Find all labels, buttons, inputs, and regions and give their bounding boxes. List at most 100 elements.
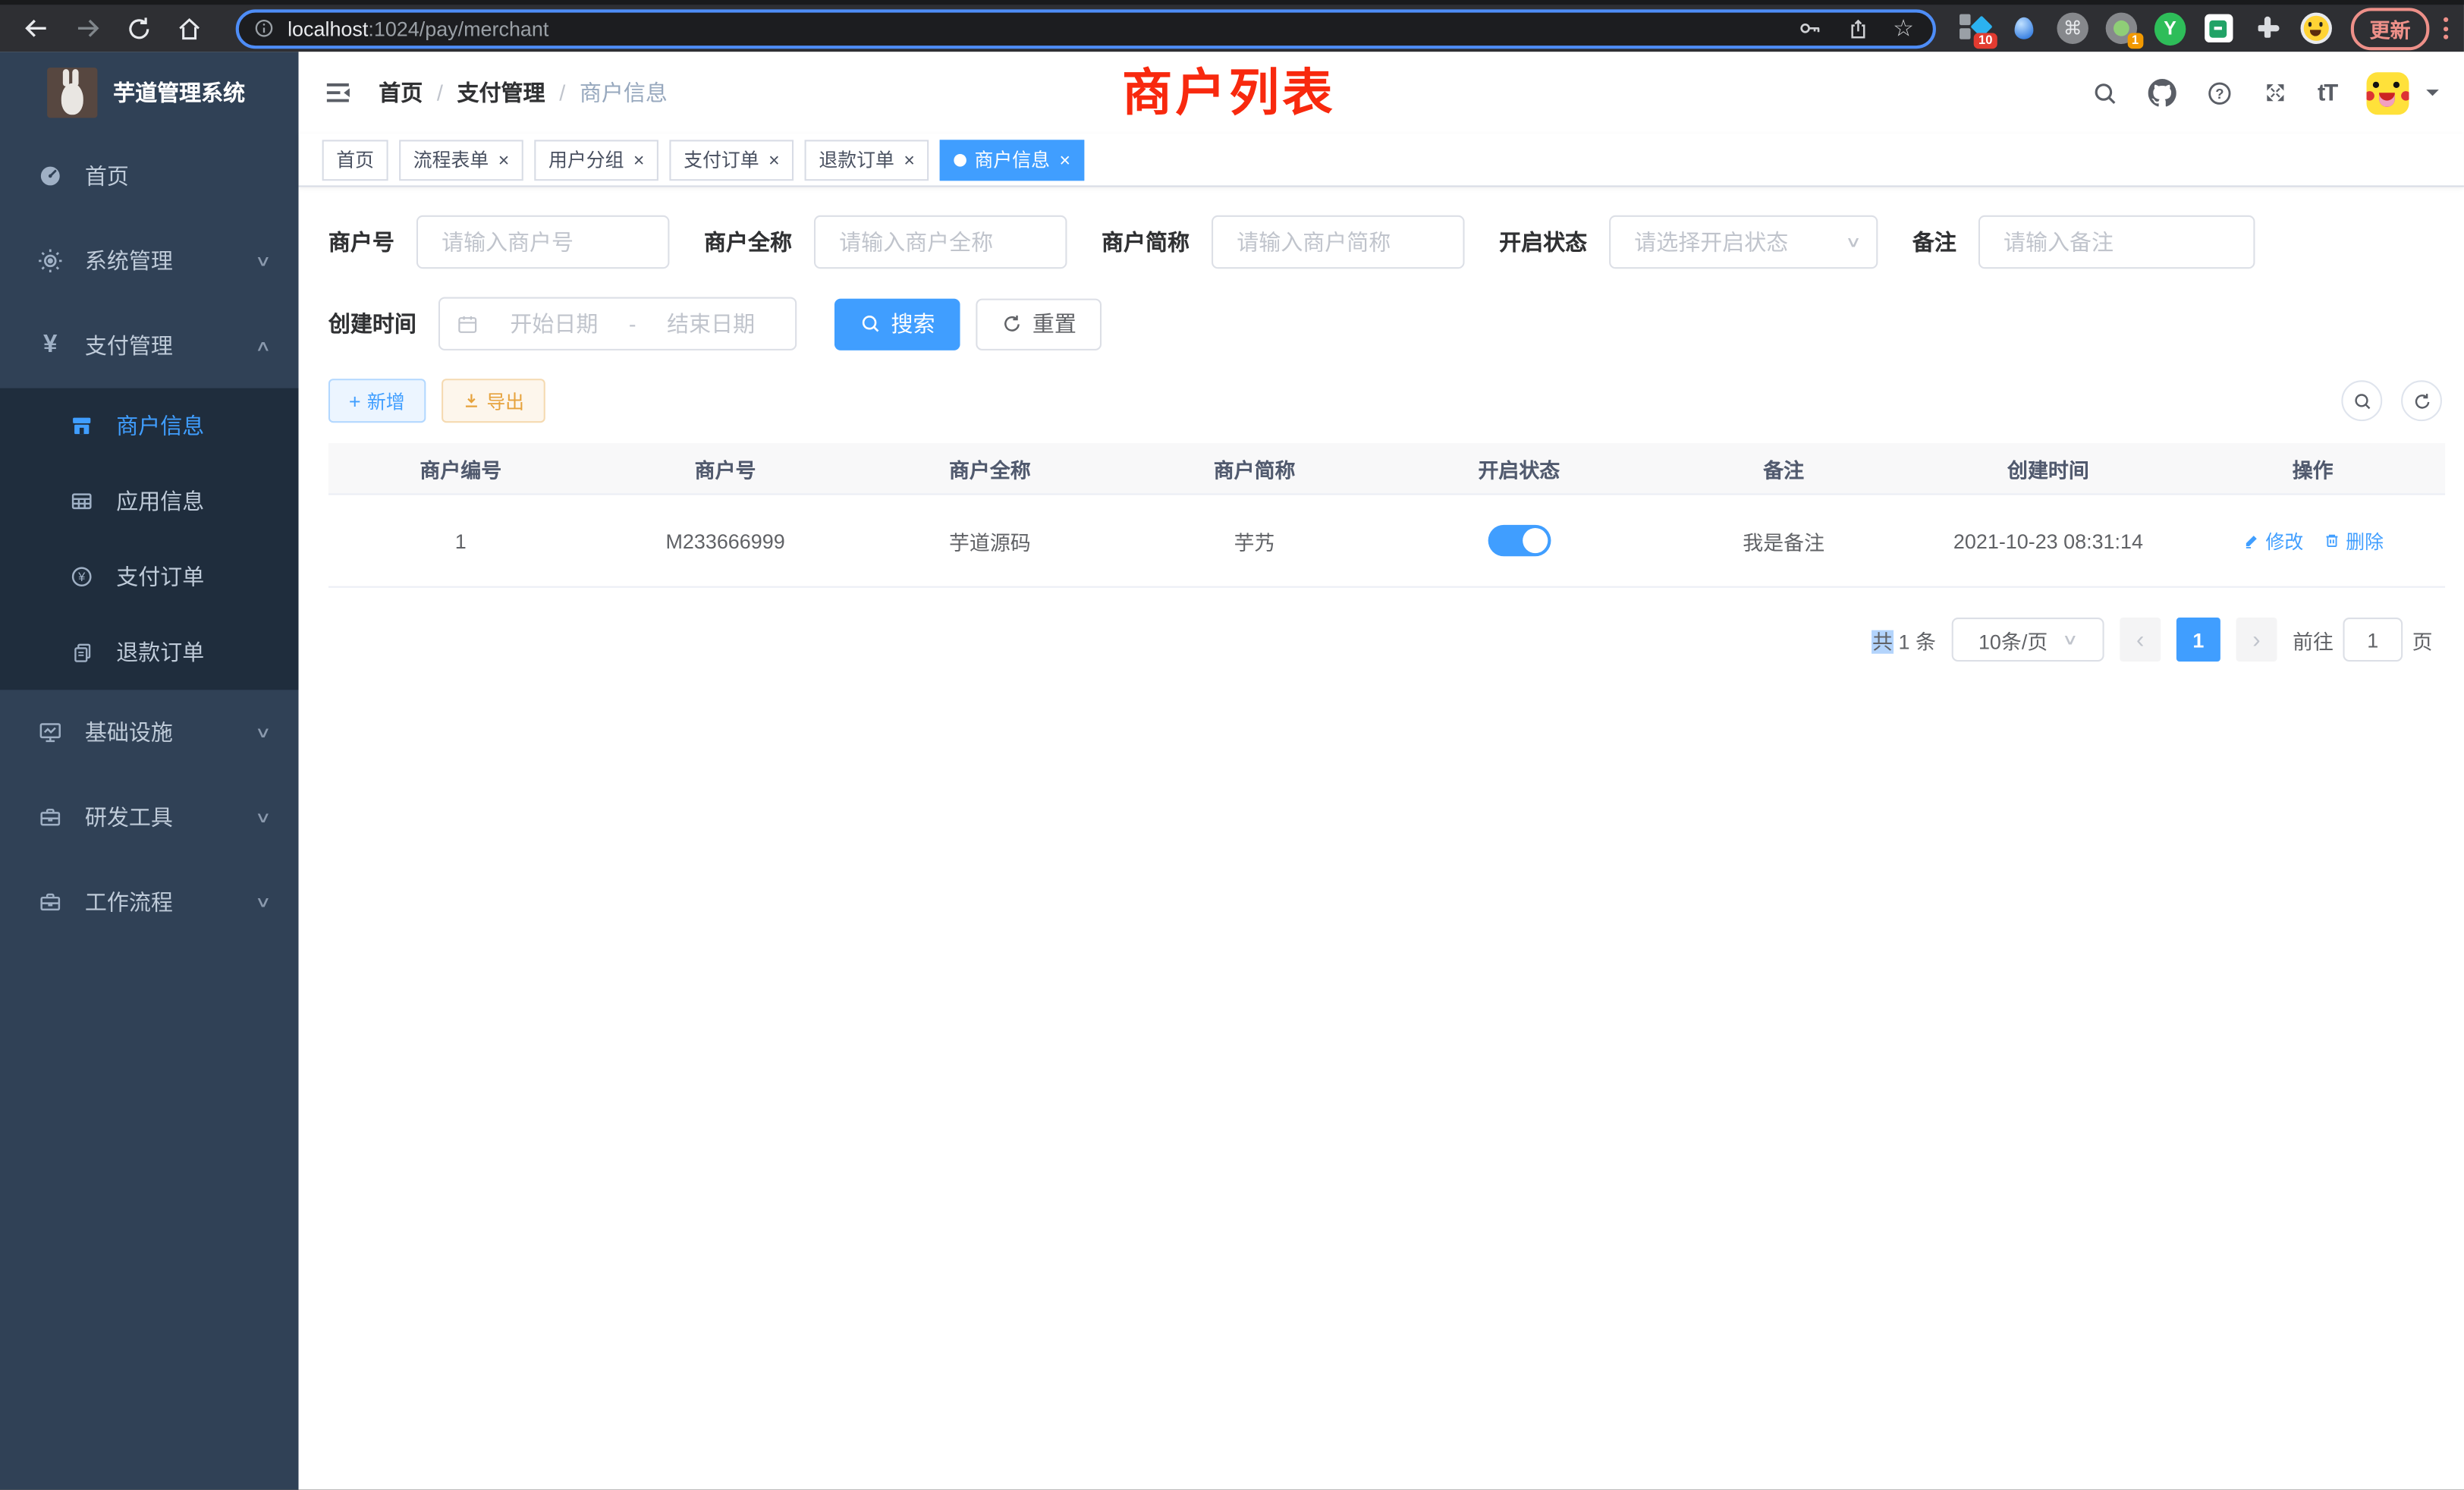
next-page-button[interactable]: › — [2236, 618, 2277, 662]
chevron-down-icon: ∨ — [255, 809, 272, 826]
yen-icon: ¥ — [31, 332, 69, 360]
extension-recorder-icon[interactable]: 1 — [2106, 13, 2137, 44]
grid-icon — [63, 489, 101, 514]
page-1-button[interactable]: 1 — [2176, 618, 2220, 662]
sidebar-submenu-payment: 商户信息 应用信息 ¥ 支付订单 退款订单 — [0, 388, 299, 690]
short-name-label: 商户简称 — [1102, 226, 1190, 257]
cell-full-name: 芋道源码 — [857, 526, 1122, 555]
close-icon[interactable]: × — [498, 149, 510, 171]
sidebar-item-refund-order[interactable]: 退款订单 — [0, 615, 299, 690]
sidebar-item-dev-tools[interactable]: 研发工具 ∨ — [0, 775, 299, 860]
page-jumper: 前往 页 — [2293, 618, 2432, 662]
chevron-up-icon: ∧ — [255, 337, 272, 354]
search-button[interactable]: 搜索 — [834, 298, 960, 350]
cell-short-name: 芋艿 — [1122, 526, 1387, 555]
show-search-button[interactable] — [2341, 380, 2382, 421]
tab-merchant-info[interactable]: 商户信息× — [940, 139, 1085, 180]
sidebar-item-payment[interactable]: ¥ 支付管理 ∧ — [0, 303, 299, 388]
prev-page-button[interactable]: ‹ — [2120, 618, 2161, 662]
breadcrumb-home[interactable]: 首页 — [379, 77, 423, 108]
browser-update-button[interactable]: 更新 — [2351, 7, 2430, 49]
site-info-icon[interactable] — [253, 17, 275, 39]
help-icon[interactable]: ? — [2206, 80, 2233, 106]
user-menu-caret-icon[interactable] — [2426, 90, 2439, 102]
full-name-label: 商户全称 — [704, 226, 792, 257]
browser-menu-icon[interactable] — [2444, 17, 2448, 39]
sidebar-item-app-info[interactable]: 应用信息 — [0, 464, 299, 539]
date-end-placeholder: 结束日期 — [640, 308, 783, 339]
user-avatar[interactable] — [2367, 71, 2409, 114]
close-icon[interactable]: × — [633, 149, 645, 171]
status-toggle[interactable] — [1488, 525, 1551, 556]
tab-home[interactable]: 首页 — [322, 139, 388, 180]
breadcrumb-payment[interactable]: 支付管理 — [457, 77, 545, 108]
extension-workspaces-icon[interactable]: 10 — [1960, 13, 1991, 44]
export-button[interactable]: 导出 — [441, 379, 545, 423]
sidebar-toggle-icon[interactable] — [322, 77, 354, 108]
chevron-down-icon: ∨ — [1845, 233, 1862, 250]
sidebar-item-merchant-info[interactable]: 商户信息 — [0, 388, 299, 464]
fullscreen-icon[interactable] — [2262, 80, 2287, 105]
remark-label: 备注 — [1912, 226, 1956, 257]
search-icon[interactable] — [2092, 80, 2118, 106]
tab-pay-order[interactable]: 支付订单× — [670, 139, 794, 180]
bookmark-star-icon[interactable]: ☆ — [1893, 17, 1914, 40]
address-bar[interactable]: localhost:1024/pay/merchant ☆ — [236, 8, 1936, 48]
briefcase-icon — [31, 889, 69, 914]
extension-badge: 1 — [2127, 33, 2144, 49]
merchant-no-input[interactable] — [416, 215, 669, 269]
browser-home-icon[interactable] — [176, 15, 203, 42]
short-name-input[interactable] — [1212, 215, 1464, 269]
cell-actions: 修改 删除 — [2180, 527, 2445, 554]
full-name-input[interactable] — [814, 215, 1067, 269]
page-size-select[interactable]: 10条/页 ∨ — [1952, 618, 2104, 662]
extension-command-icon[interactable]: ⌘ — [2057, 13, 2088, 44]
share-icon[interactable] — [1846, 17, 1869, 40]
pagination: 共 1 条 10条/页 ∨ ‹ 1 › 前往 页 — [328, 618, 2445, 662]
svg-text:¥: ¥ — [77, 570, 86, 584]
filter-row-2: 创建时间 开始日期 - 结束日期 搜索 — [328, 297, 2445, 350]
date-range-picker[interactable]: 开始日期 - 结束日期 — [438, 297, 797, 350]
tab-process-form[interactable]: 流程表单× — [399, 139, 523, 180]
chevron-down-icon: ∨ — [255, 252, 272, 269]
extension-y-icon[interactable]: Y — [2154, 13, 2186, 44]
toolbox-icon — [31, 805, 69, 830]
close-icon[interactable]: × — [904, 149, 915, 171]
sidebar-logo[interactable]: 芋道管理系统 — [0, 52, 299, 134]
sidebar-item-system[interactable]: 系统管理 ∨ — [0, 218, 299, 303]
browser-back-icon[interactable] — [22, 14, 50, 42]
close-icon[interactable]: × — [768, 149, 780, 171]
github-icon[interactable] — [2148, 79, 2176, 107]
chevron-down-icon: ∨ — [255, 893, 272, 910]
sidebar-item-workflow[interactable]: 工作流程 ∨ — [0, 860, 299, 945]
tab-user-group[interactable]: 用户分组× — [534, 139, 658, 180]
status-select[interactable]: 请选择开启状态 ∨ — [1609, 215, 1878, 269]
edit-link[interactable]: 修改 — [2242, 527, 2303, 554]
goto-page-input[interactable] — [2343, 618, 2403, 662]
extension-balloon-icon[interactable] — [2008, 13, 2039, 44]
add-button[interactable]: + 新增 — [328, 379, 426, 423]
cell-remark: 我是备注 — [1652, 526, 1916, 555]
extensions-puzzle-icon[interactable] — [2252, 13, 2283, 44]
tab-refund-order[interactable]: 退款订单× — [805, 139, 929, 180]
browser-toolbar: localhost:1024/pay/merchant ☆ 10 ⌘ 1 Y — [0, 0, 2464, 52]
remark-input[interactable] — [1978, 215, 2255, 269]
reset-button[interactable]: 重置 — [976, 298, 1102, 350]
browser-reload-icon[interactable] — [126, 15, 152, 42]
password-key-icon[interactable] — [1797, 16, 1822, 41]
sidebar-item-pay-order[interactable]: ¥ 支付订单 — [0, 539, 299, 614]
total-count: 共 1 条 — [1872, 624, 1936, 654]
app: 芋道管理系统 首页 系统管理 ∨ ¥ 支付管理 ∧ — [0, 52, 2464, 1489]
browser-forward-icon[interactable] — [74, 14, 102, 42]
dashboard-icon — [31, 163, 69, 188]
breadcrumb-current: 商户信息 — [580, 77, 668, 108]
close-icon[interactable]: × — [1059, 149, 1070, 171]
sidebar-item-home[interactable]: 首页 — [0, 134, 299, 218]
sidebar-item-infrastructure[interactable]: 基础设施 ∨ — [0, 690, 299, 775]
delete-link[interactable]: 删除 — [2322, 527, 2384, 554]
refresh-button[interactable] — [2401, 380, 2442, 421]
extension-doc-icon[interactable] — [2203, 13, 2234, 44]
profile-avatar-icon[interactable] — [2300, 13, 2331, 44]
text-size-icon[interactable]: tT — [2318, 80, 2337, 106]
navbar-actions: ? tT — [2092, 71, 2439, 114]
